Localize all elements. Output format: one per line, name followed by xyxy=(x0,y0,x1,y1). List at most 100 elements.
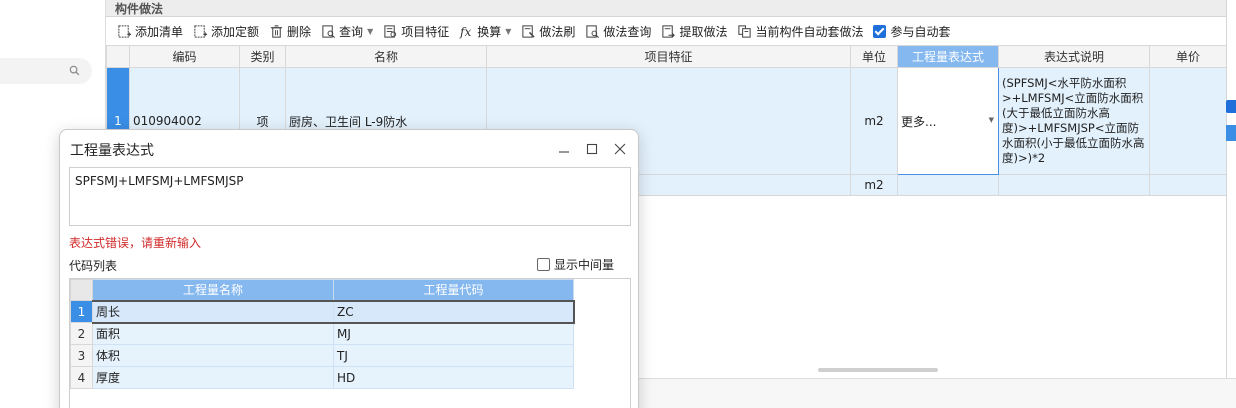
query-icon xyxy=(322,25,336,38)
feature-icon xyxy=(384,25,397,38)
col-header-code[interactable]: 编码 xyxy=(129,45,240,68)
chevron-down-icon[interactable]: ▼ xyxy=(989,116,994,124)
search-box[interactable] xyxy=(0,58,92,84)
svg-text:fx: fx xyxy=(459,25,471,39)
maximize-icon xyxy=(586,143,598,155)
row-number[interactable]: 4 xyxy=(70,366,93,389)
row-number[interactable]: 1 xyxy=(70,300,93,323)
col-header-feature[interactable]: 项目特征 xyxy=(486,45,851,68)
panel-title: 构件做法 xyxy=(115,2,164,16)
col-header-price[interactable]: 单价 xyxy=(1149,45,1227,68)
col-header-unit[interactable]: 单位 xyxy=(850,45,898,68)
checkbox-icon xyxy=(537,258,550,271)
chevron-down-icon: ▼ xyxy=(367,27,374,36)
checkbox-checked-icon xyxy=(873,25,887,38)
cell-expr-desc[interactable]: (SPFSMJ<水平防水面积>+LMFSMJ<立面防水面积(大于最低立面防水高度… xyxy=(998,67,1150,175)
cell-quantity-code[interactable]: TJ xyxy=(333,344,574,367)
join-auto-checkbox[interactable]: 参与自动套 xyxy=(868,21,955,43)
cell-price[interactable] xyxy=(1149,174,1227,196)
table-row[interactable]: 3 体积 TJ xyxy=(70,344,574,367)
extract-icon xyxy=(662,25,676,38)
add-quota-button[interactable]: 添加定额 xyxy=(188,21,264,43)
method-brush-button[interactable]: 做法刷 xyxy=(516,21,580,43)
col-header-name[interactable]: 名称 xyxy=(285,45,487,68)
auto-apply-button[interactable]: 当前构件自动套做法 xyxy=(732,21,868,43)
delete-label: 删除 xyxy=(287,25,312,39)
grid-header-row: 编码 类别 名称 项目特征 单位 工程量表达式 表达式说明 单价 xyxy=(106,45,1227,68)
add-list-button[interactable]: 添加清单 xyxy=(112,21,188,43)
cell-unit[interactable]: m2 xyxy=(850,174,898,196)
close-icon xyxy=(614,143,626,155)
minimize-button[interactable] xyxy=(554,139,574,159)
code-list: 工程量名称 工程量代码 1 周长 ZC 2 面积 MJ 3 体积 TJ 4 厚度… xyxy=(69,278,631,408)
item-feature-button[interactable]: 项目特征 xyxy=(378,21,454,43)
minimize-icon xyxy=(559,151,569,153)
extract-method-button[interactable]: 提取做法 xyxy=(656,21,732,43)
horizontal-scrollbar[interactable] xyxy=(818,368,938,372)
cell-unit[interactable]: m2 xyxy=(850,67,898,175)
col-header-expr-desc[interactable]: 表达式说明 xyxy=(998,45,1150,68)
item-feature-label: 项目特征 xyxy=(401,25,450,39)
side-tab[interactable] xyxy=(1226,125,1236,141)
col-header-category[interactable]: 类别 xyxy=(239,45,286,68)
table-row[interactable]: 4 厚度 HD xyxy=(70,366,574,389)
show-intermediate-checkbox[interactable]: 显示中间量 xyxy=(537,256,614,273)
convert-label: 换算 xyxy=(477,25,502,39)
cell-quantity-name[interactable]: 厚度 xyxy=(92,366,334,389)
chevron-down-icon: ▼ xyxy=(505,27,512,36)
query-button[interactable]: 查询 ▼ xyxy=(316,21,378,43)
convert-button[interactable]: fx 换算 ▼ xyxy=(454,21,516,43)
auto-apply-label: 当前构件自动套做法 xyxy=(755,25,864,39)
code-table-corner xyxy=(70,279,93,301)
extract-method-label: 提取做法 xyxy=(679,25,728,39)
cell-quantity-name[interactable]: 周长 xyxy=(92,299,334,324)
cell-quantity-name[interactable]: 面积 xyxy=(92,322,334,345)
error-message: 表达式错误，请重新输入 xyxy=(69,236,202,250)
method-brush-label: 做法刷 xyxy=(539,25,576,39)
cell-price[interactable] xyxy=(1149,67,1227,175)
search-icon xyxy=(69,65,80,76)
cell-quantity-code[interactable]: HD xyxy=(333,366,574,389)
table-row[interactable]: 1 周长 ZC xyxy=(70,299,575,324)
expr-dropdown-value: 更多... xyxy=(901,114,937,129)
expression-dialog: 工程量表达式 SPFSMJ+LMFSMJ+LMFSMJSP 表达式错误，请重新输… xyxy=(59,129,639,408)
checkbox-checked-icon[interactable] xyxy=(1226,100,1236,113)
query-label: 查询 xyxy=(339,25,364,39)
cell-quantity-code[interactable]: ZC xyxy=(333,299,575,324)
code-table: 工程量名称 工程量代码 1 周长 ZC 2 面积 MJ 3 体积 TJ 4 厚度… xyxy=(70,279,575,389)
maximize-button[interactable] xyxy=(582,139,602,159)
col-header-quantity-code[interactable]: 工程量代码 xyxy=(333,279,574,301)
dialog-title: 工程量表达式 xyxy=(70,143,154,159)
code-list-label: 代码列表 xyxy=(69,259,118,273)
cell-quantity-name[interactable]: 体积 xyxy=(92,344,334,367)
add-list-icon xyxy=(118,25,132,38)
delete-icon xyxy=(270,25,283,38)
table-row[interactable]: 2 面积 MJ xyxy=(70,322,574,345)
add-list-label: 添加清单 xyxy=(135,25,184,39)
row-number[interactable]: 3 xyxy=(70,344,93,367)
method-query-button[interactable]: 做法查询 xyxy=(580,21,656,43)
toolbar: 添加清单 添加定额 删除 查询 ▼ 项目特征 fx 换算 ▼ 做法刷 做法查询 … xyxy=(106,18,1226,45)
delete-button[interactable]: 删除 xyxy=(264,21,316,43)
vertical-scroll-strip[interactable] xyxy=(1226,0,1236,378)
fx-icon: fx xyxy=(459,25,471,39)
method-query-icon xyxy=(586,25,600,38)
add-quota-icon xyxy=(194,25,208,38)
brush-icon xyxy=(522,25,536,38)
method-query-label: 做法查询 xyxy=(603,25,652,39)
expression-input[interactable]: SPFSMJ+LMFSMJ+LMFSMJSP xyxy=(69,167,631,226)
auto-apply-icon xyxy=(738,25,752,38)
col-header-expr[interactable]: 工程量表达式 xyxy=(897,45,999,68)
panel-header: 构件做法 xyxy=(106,0,1226,17)
grid-corner xyxy=(106,45,130,68)
close-button[interactable] xyxy=(610,139,630,159)
window-controls xyxy=(554,139,630,159)
cell-expr-desc[interactable] xyxy=(998,174,1150,196)
row-number[interactable]: 2 xyxy=(70,322,93,345)
cell-quantity-code[interactable]: MJ xyxy=(333,322,574,345)
join-auto-label: 参与自动套 xyxy=(890,25,951,39)
code-table-header: 工程量名称 工程量代码 xyxy=(70,279,574,301)
col-header-quantity-name[interactable]: 工程量名称 xyxy=(92,279,334,301)
cell-expr-dropdown[interactable]: 更多... ▼ xyxy=(897,67,999,175)
cell-expr[interactable] xyxy=(897,174,999,196)
